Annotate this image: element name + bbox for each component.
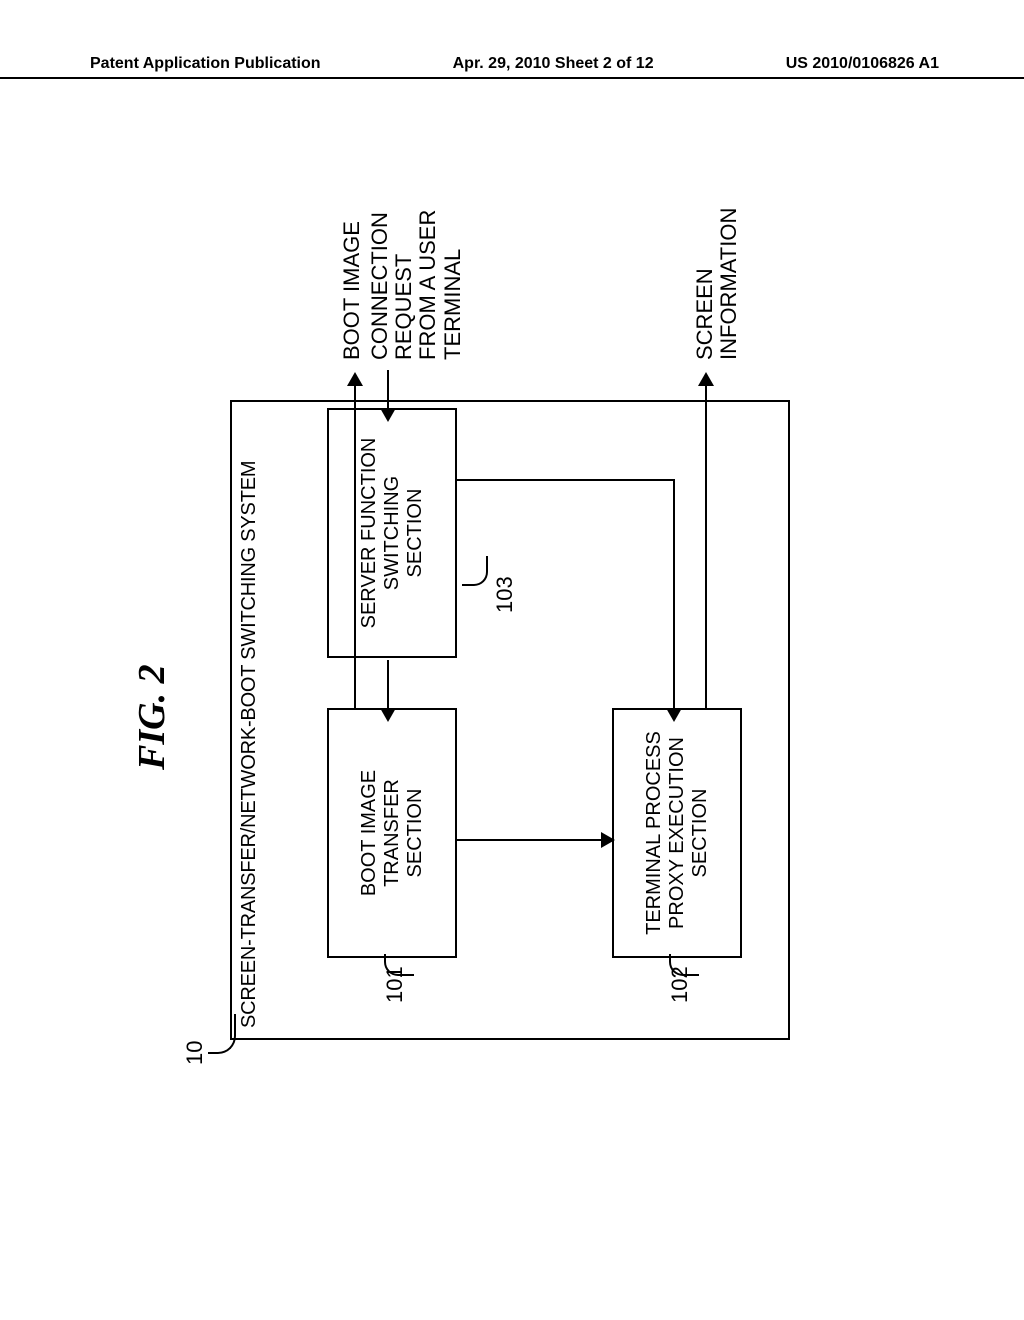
label-boot-image: BOOT IMAGE <box>340 221 364 360</box>
arrow-103-to-102-hline <box>673 479 675 710</box>
block-terminal-process-proxy: TERMINAL PROCESS PROXY EXECUTION SECTION <box>612 708 742 958</box>
arrow-103-to-102-vline <box>455 479 675 481</box>
ref-103-leader <box>462 556 488 586</box>
block-boot-image-transfer: BOOT IMAGE TRANSFER SECTION <box>327 708 457 958</box>
system-title: SCREEN-TRANSFER/NETWORK-BOOT SWITCHING S… <box>238 461 261 1028</box>
arrow-connection-request-head <box>380 408 396 422</box>
block-102-text: TERMINAL PROCESS PROXY EXECUTION SECTION <box>643 731 712 935</box>
block-103-text: SERVER FUNCTION SWITCHING SECTION <box>358 438 427 629</box>
system-ref-number: 10 <box>182 1041 208 1065</box>
arrow-boot-image-line <box>354 384 356 710</box>
arrow-103-to-101-line <box>387 660 389 710</box>
arrow-connection-request-line <box>387 370 389 410</box>
block-server-function-switching: SERVER FUNCTION SWITCHING SECTION <box>327 408 457 658</box>
arrow-101-to-102-line <box>455 839 603 841</box>
block-101-text: BOOT IMAGE TRANSFER SECTION <box>358 770 427 896</box>
ref-102-leader <box>669 954 699 976</box>
figure-label: FIG. 2 <box>130 664 174 770</box>
ref-103: 103 <box>492 576 518 613</box>
label-screen-information: SCREEN INFORMATION <box>693 140 741 360</box>
ref-101-leader <box>384 954 414 976</box>
header-left: Patent Application Publication <box>90 55 321 73</box>
figure-area: FIG. 2 10 SCREEN-TRANSFER/NETWORK-BOOT S… <box>120 140 900 1240</box>
arrow-screen-info-head <box>698 372 714 386</box>
header-right: US 2010/0106826 A1 <box>786 55 939 73</box>
page-header: Patent Application Publication Apr. 29, … <box>0 55 1024 79</box>
arrow-103-to-102-head <box>666 708 682 722</box>
arrow-boot-image-head <box>347 372 363 386</box>
arrow-103-to-101-head <box>380 708 396 722</box>
arrow-screen-info-line <box>705 384 707 710</box>
label-connection-request: CONNECTION REQUEST FROM A USER TERMINAL <box>368 130 465 360</box>
figure-rotated-canvas: FIG. 2 10 SCREEN-TRANSFER/NETWORK-BOOT S… <box>120 140 900 1240</box>
arrow-101-to-102-head <box>601 832 615 848</box>
header-center: Apr. 29, 2010 Sheet 2 of 12 <box>453 55 654 73</box>
